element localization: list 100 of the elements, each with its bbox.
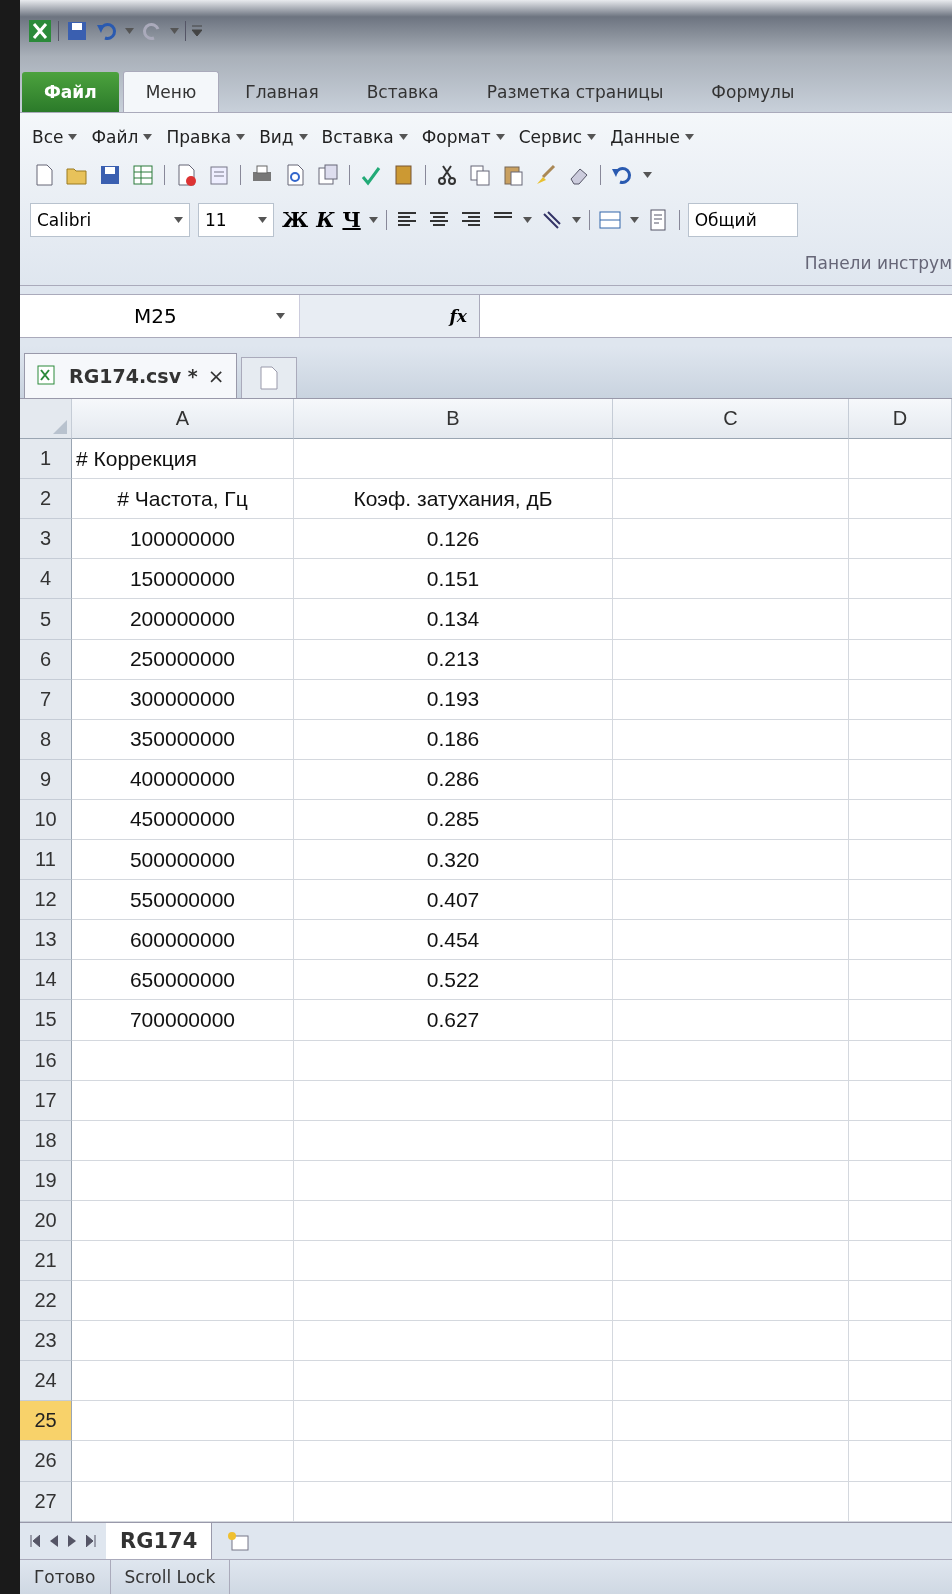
sheet-tab[interactable]: RG174	[106, 1522, 213, 1559]
column-header[interactable]: D	[849, 399, 952, 440]
row-header[interactable]: 11	[20, 840, 72, 881]
caret-icon[interactable]	[258, 217, 267, 223]
font-size-field[interactable]: 11	[198, 203, 274, 237]
next-sheet-icon[interactable]	[68, 1534, 76, 1547]
row-header[interactable]: 26	[20, 1441, 72, 1482]
save-icon[interactable]	[65, 19, 89, 43]
row-header[interactable]: 27	[20, 1481, 72, 1522]
caret-icon[interactable]	[368, 217, 378, 223]
paste-icon[interactable]	[501, 163, 525, 187]
menu-item[interactable]: Вид	[259, 127, 294, 147]
caret-icon[interactable]	[587, 134, 597, 140]
row-header[interactable]: 24	[20, 1361, 72, 1402]
caret-icon[interactable]	[629, 217, 639, 223]
row-header[interactable]: 3	[20, 519, 72, 560]
menu-item[interactable]: Формат	[421, 127, 491, 147]
number-format-field[interactable]: Общий	[687, 203, 798, 237]
row-header[interactable]: 1	[20, 439, 72, 480]
italic-button[interactable]: К	[316, 208, 335, 232]
menu-item[interactable]: Сервис	[518, 127, 583, 147]
caret-icon[interactable]	[643, 172, 652, 178]
row-header[interactable]: 17	[20, 1080, 72, 1121]
table-cell: 550000000	[72, 880, 294, 921]
column-header[interactable]: A	[72, 399, 294, 440]
caret-icon[interactable]	[522, 217, 532, 223]
row-header[interactable]: 9	[20, 759, 72, 800]
row-header[interactable]: 8	[20, 719, 72, 760]
spreadsheet-icon[interactable]	[131, 163, 155, 187]
underline-button[interactable]: Ч	[342, 208, 361, 232]
row-header[interactable]: 19	[20, 1160, 72, 1201]
table-cell: 0.407	[294, 880, 613, 921]
row-header[interactable]: 14	[20, 960, 72, 1001]
table-cell: Коэф. затухания, дБ	[294, 479, 613, 520]
row-header[interactable]: 13	[20, 920, 72, 961]
table-cell: 0.193	[294, 679, 613, 720]
first-sheet-icon[interactable]	[30, 1534, 40, 1547]
row-header[interactable]: 16	[20, 1040, 72, 1081]
menu-item[interactable]: Все	[32, 127, 64, 147]
caret-icon[interactable]	[298, 134, 308, 140]
table-cell: 0.285	[294, 799, 613, 841]
caret-icon[interactable]	[276, 313, 285, 319]
merge-cells-icon[interactable]	[597, 208, 622, 232]
row-header[interactable]: 22	[20, 1281, 72, 1322]
row-header[interactable]: 20	[20, 1200, 72, 1241]
ribbon-tab[interactable]: Меню	[122, 71, 220, 112]
document-title: RG174.csv *	[69, 365, 198, 387]
ribbon-tab[interactable]: Вставка	[344, 72, 461, 112]
menu-item[interactable]: Файл	[91, 127, 139, 147]
file-tab[interactable]: Файл	[22, 72, 119, 112]
table-cell: # Частота, Гц	[72, 479, 294, 520]
row-header[interactable]: 12	[20, 880, 72, 921]
row-header[interactable]: 7	[20, 679, 72, 720]
table-cell: 0.320	[294, 840, 613, 881]
row-header[interactable]: 4	[20, 559, 72, 600]
menu-item[interactable]: Правка	[166, 127, 232, 147]
insert-function-button[interactable]: fx	[449, 306, 467, 326]
table-cell: 0.522	[294, 960, 613, 1001]
menu-item[interactable]: Вставка	[321, 127, 394, 147]
font-field[interactable]: Calibri	[30, 203, 190, 237]
table-cell: 400000000	[72, 759, 294, 800]
table-cell: 0.134	[294, 599, 613, 640]
menu-item[interactable]: Данные	[610, 127, 680, 147]
column-header[interactable]: B	[294, 399, 613, 440]
spreadsheet-app-icon	[28, 19, 52, 43]
customize-caret-icon[interactable]	[192, 24, 202, 38]
last-sheet-icon[interactable]	[86, 1534, 96, 1547]
caret-icon[interactable]	[571, 217, 581, 223]
row-header[interactable]: 2	[20, 479, 72, 520]
row-header[interactable]: 10	[20, 799, 72, 841]
caret-icon[interactable]	[495, 134, 505, 140]
caret-icon[interactable]	[685, 134, 694, 140]
caret-icon[interactable]	[143, 134, 153, 140]
row-header[interactable]: 25	[20, 1401, 72, 1442]
caret-icon[interactable]	[68, 134, 78, 140]
table-cell: 650000000	[72, 960, 294, 1001]
row-header[interactable]: 6	[20, 639, 72, 680]
table-cell: 500000000	[72, 840, 294, 881]
caret-icon[interactable]	[398, 134, 408, 140]
ribbon-tab[interactable]: Разметка страницы	[464, 72, 686, 112]
column-header[interactable]: C	[613, 399, 849, 440]
ribbon-tab[interactable]: Формулы	[689, 72, 817, 112]
previous-sheet-icon[interactable]	[50, 1534, 58, 1547]
row-header[interactable]: 21	[20, 1240, 72, 1282]
row-header[interactable]: 15	[20, 1000, 72, 1041]
document-tab[interactable]: RG174.csv * ×	[24, 353, 238, 398]
group-label: Панели инструм	[804, 252, 952, 275]
ribbon-tab[interactable]: Главная	[223, 72, 341, 112]
caret-icon[interactable]	[236, 134, 246, 140]
close-button[interactable]: ×	[207, 364, 225, 388]
table-cell: 0.213	[294, 639, 613, 680]
save-icon[interactable]	[98, 163, 122, 187]
bold-button[interactable]: Ж	[282, 208, 309, 232]
caret-icon[interactable]	[174, 217, 183, 223]
row-header[interactable]: 23	[20, 1321, 72, 1362]
brush-icon[interactable]	[534, 163, 558, 187]
row-header[interactable]: 5	[20, 599, 72, 640]
row-header[interactable]: 18	[20, 1120, 72, 1161]
table-cell: 0.151	[294, 559, 613, 600]
cut-icon[interactable]	[435, 163, 459, 187]
